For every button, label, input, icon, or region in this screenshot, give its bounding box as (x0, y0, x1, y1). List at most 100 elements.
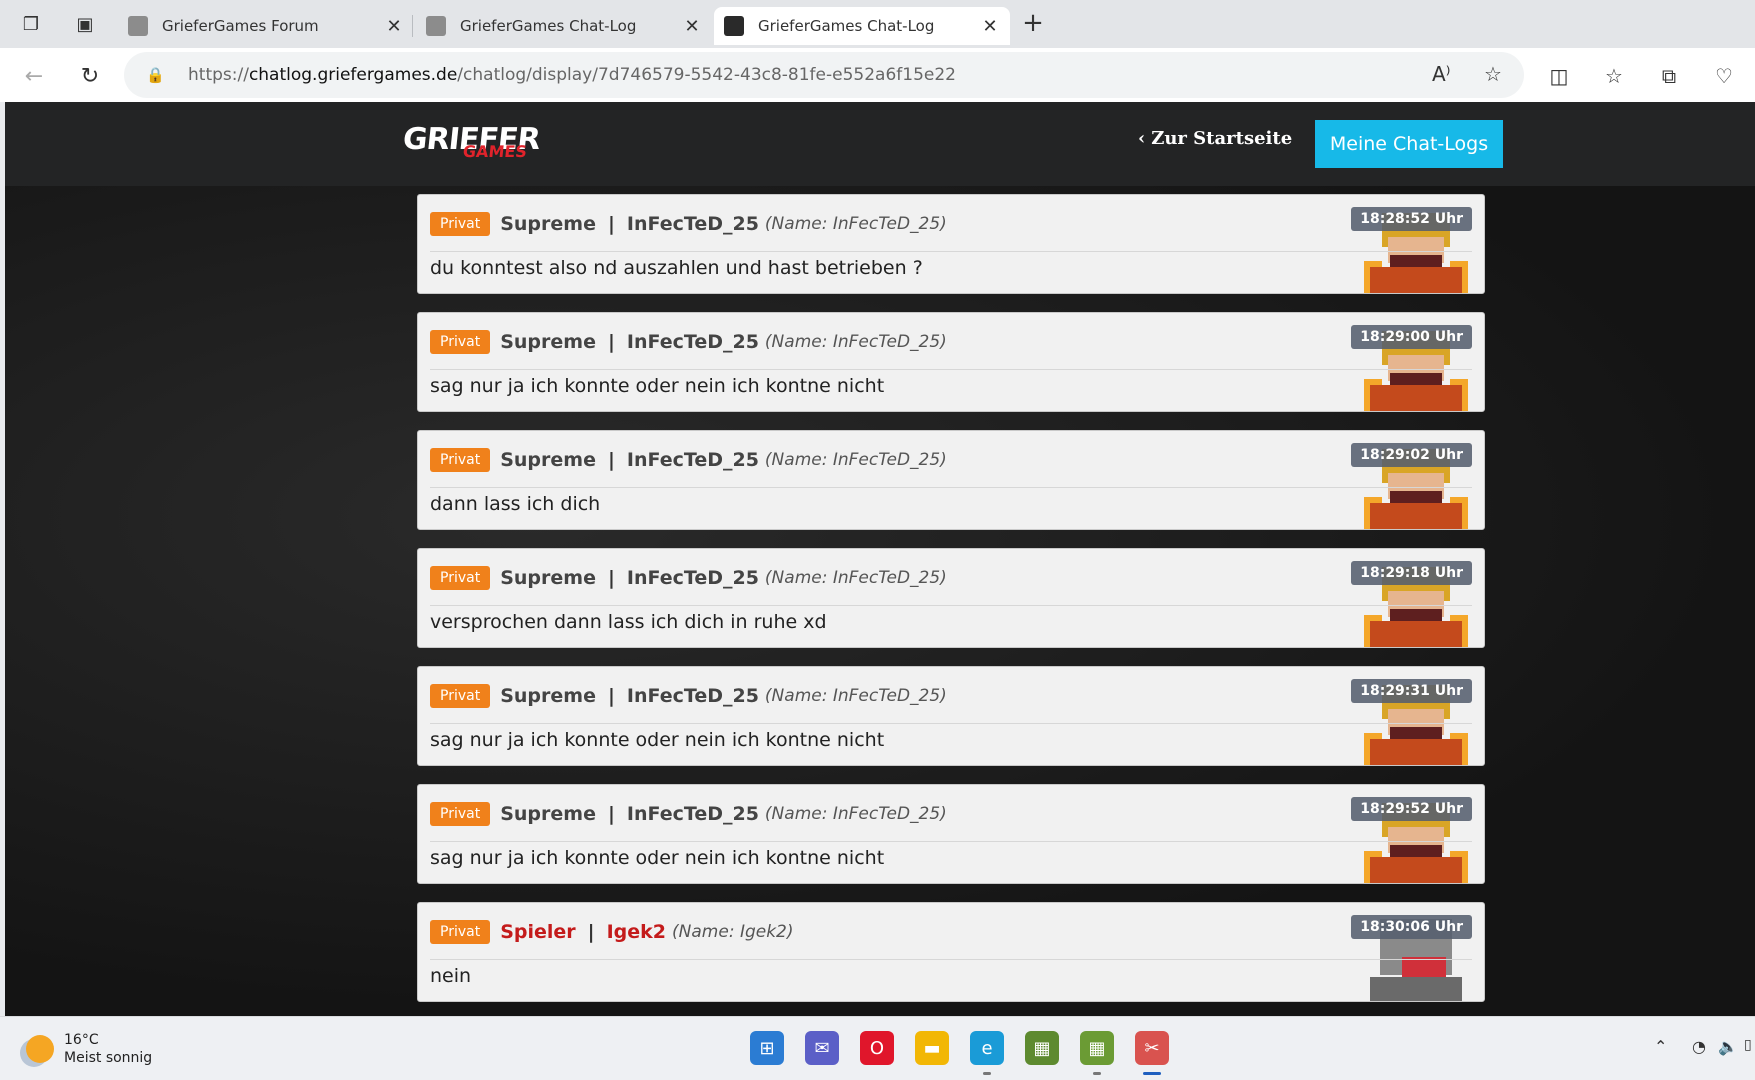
message-text: dann lass ich dich (430, 493, 601, 515)
battery-icon[interactable]: ▯ (1744, 1037, 1752, 1053)
chat-message: Privat Supreme | InFecTeD_25 (Name: InFecTeD… (417, 194, 1485, 294)
private-badge: Privat (430, 212, 491, 236)
message-divider (430, 369, 1472, 370)
chat-message: Privat Supreme | InFecTeD_25 (Name: InFecTeD… (417, 666, 1485, 766)
minecraft-launcher-icon[interactable]: ▦ (1080, 1031, 1114, 1065)
message-header: Privat Supreme | InFecTeD_25 (Name: InFecTeD… (430, 681, 1472, 711)
rank-separator: | (587, 921, 595, 943)
volume-icon[interactable]: 🔈 (1718, 1037, 1738, 1056)
url-domain: chatlog.griefergames.de (248, 65, 458, 85)
temperature: 16°C (64, 1032, 99, 1048)
message-time: 18:29:02 Uhr (1351, 443, 1472, 467)
message-header: Privat Supreme | InFecTeD_25 (Name: InFecTeD… (430, 209, 1472, 239)
rank-separator: | (607, 213, 615, 235)
player-rank: Supreme (500, 567, 596, 589)
chat-message: Privat Spieler | Igek2 (Name: Igek2) 18:30:06… (417, 902, 1485, 1002)
player-rank: Supreme (500, 331, 596, 353)
griefergames-logo[interactable]: GRIEFER GAMES (401, 122, 541, 166)
message-header: Privat Supreme | InFecTeD_25 (Name: InFecTeD… (430, 563, 1472, 593)
weather-condition: Meist sonnig (64, 1050, 153, 1066)
running-indicator (1093, 1072, 1101, 1075)
player-rank: Spieler (500, 921, 576, 943)
chatlog-favicon-icon (724, 16, 744, 36)
tab-actions-icon[interactable]: ▣ (70, 9, 100, 39)
message-time: 18:29:18 Uhr (1351, 561, 1472, 585)
player-name: InFecTeD_25 (626, 331, 759, 353)
player-name: InFecTeD_25 (626, 803, 759, 825)
snipping-tool-icon[interactable]: ✂ (1135, 1031, 1169, 1065)
chat-message: Privat Supreme | InFecTeD_25 (Name: InFecTeD… (417, 430, 1485, 530)
player-rank: Supreme (500, 685, 596, 707)
message-divider (430, 959, 1472, 960)
opera-icon[interactable]: O (860, 1031, 894, 1065)
split-screen-icon[interactable]: ◫ (1543, 60, 1575, 92)
browser-essentials-icon[interactable]: ♡ (1708, 60, 1740, 92)
wifi-icon[interactable]: ◔ (1692, 1037, 1706, 1056)
message-text: versprochen dann lass ich dich in ruhe x… (430, 611, 827, 633)
message-text: sag nur ja ich konnte oder nein ich kont… (430, 729, 885, 751)
weather-widget[interactable]: 16°C Meist sonnig (26, 1031, 152, 1067)
message-divider (430, 605, 1472, 606)
player-realname: (Name: InFecTeD_25) (764, 450, 947, 470)
windows-start-icon[interactable]: ⊞ (750, 1031, 784, 1065)
url-text[interactable]: https://chatlog.griefergames.de/chatlog/… (188, 65, 956, 85)
player-realname: (Name: InFecTeD_25) (764, 804, 947, 824)
player-realname: (Name: InFecTeD_25) (764, 568, 947, 588)
message-time: 18:29:52 Uhr (1351, 797, 1472, 821)
windows-taskbar: 16°C Meist sonnig ⊞ ✉ O ▬ e ▦ ▦ ✂ ⌃ ◔ 🔈 ▯ (0, 1016, 1755, 1080)
url-prefix: https:// (188, 65, 249, 85)
message-header: Privat Spieler | Igek2 (Name: Igek2) (430, 917, 1472, 947)
player-rank: Supreme (500, 213, 596, 235)
collections-icon[interactable]: ⧉ (1653, 60, 1685, 92)
message-time: 18:28:52 Uhr (1351, 207, 1472, 231)
tab-chatlog-1[interactable]: GrieferGames Chat-Log ✕ (416, 7, 712, 45)
message-divider (430, 723, 1472, 724)
favorite-star-icon[interactable]: ☆ (1484, 62, 1502, 86)
message-divider (430, 841, 1472, 842)
tab-separator (412, 15, 413, 37)
message-divider (430, 487, 1472, 488)
rank-separator: | (607, 331, 615, 353)
back-arrow-icon[interactable]: ← (18, 60, 50, 92)
new-tab-icon[interactable]: + (1018, 8, 1048, 38)
teams-icon[interactable]: ✉ (805, 1031, 839, 1065)
running-indicator (1143, 1072, 1161, 1075)
private-badge: Privat (430, 448, 491, 472)
player-name: InFecTeD_25 (626, 449, 759, 471)
reload-icon[interactable]: ↻ (74, 60, 106, 92)
chat-message: Privat Supreme | InFecTeD_25 (Name: InFecTeD… (417, 784, 1485, 884)
favorites-icon[interactable]: ☆ (1598, 60, 1630, 92)
message-time: 18:30:06 Uhr (1351, 915, 1472, 939)
chevron-up-icon[interactable]: ⌃ (1654, 1037, 1667, 1056)
lock-icon[interactable]: 🔒 (146, 66, 166, 84)
forum-favicon-icon (128, 16, 148, 36)
private-badge: Privat (430, 566, 491, 590)
rank-separator: | (607, 449, 615, 471)
edge-icon[interactable]: e (970, 1031, 1004, 1065)
player-name: InFecTeD_25 (626, 213, 759, 235)
weather-text: 16°C Meist sonnig (64, 1031, 152, 1067)
minecraft-icon[interactable]: ▦ (1025, 1031, 1059, 1065)
my-chat-logs-button[interactable]: Meine Chat-Logs (1315, 120, 1503, 168)
message-header: Privat Supreme | InFecTeD_25 (Name: InFecTeD… (430, 445, 1472, 475)
workspaces-icon[interactable]: ❐ (16, 9, 46, 39)
file-explorer-icon[interactable]: ▬ (915, 1031, 949, 1065)
private-badge: Privat (430, 330, 491, 354)
tab-forum[interactable]: GrieferGames Forum ✕ (118, 7, 414, 45)
close-tab-icon[interactable]: ✕ (682, 16, 702, 37)
message-text: sag nur ja ich konnte oder nein ich kont… (430, 847, 885, 869)
player-name: InFecTeD_25 (626, 567, 759, 589)
player-rank: Supreme (500, 449, 596, 471)
player-name: Igek2 (606, 921, 667, 943)
home-link[interactable]: ‹ Zur Startseite (1138, 128, 1292, 149)
chatlog-favicon-icon (426, 16, 446, 36)
close-tab-icon[interactable]: ✕ (980, 16, 1000, 37)
player-rank: Supreme (500, 803, 596, 825)
tab-title: GrieferGames Chat-Log (758, 17, 935, 35)
site-header: GRIEFER GAMES ‹ Zur Startseite Meine Cha… (5, 102, 1755, 186)
message-text: nein (430, 965, 472, 987)
read-aloud-icon[interactable]: A⁾ (1432, 62, 1451, 86)
close-tab-icon[interactable]: ✕ (384, 16, 404, 37)
tab-chatlog-active[interactable]: GrieferGames Chat-Log ✕ (714, 7, 1010, 45)
address-bar[interactable]: 🔒 https://chatlog.griefergames.de/chatlo… (124, 52, 1524, 98)
